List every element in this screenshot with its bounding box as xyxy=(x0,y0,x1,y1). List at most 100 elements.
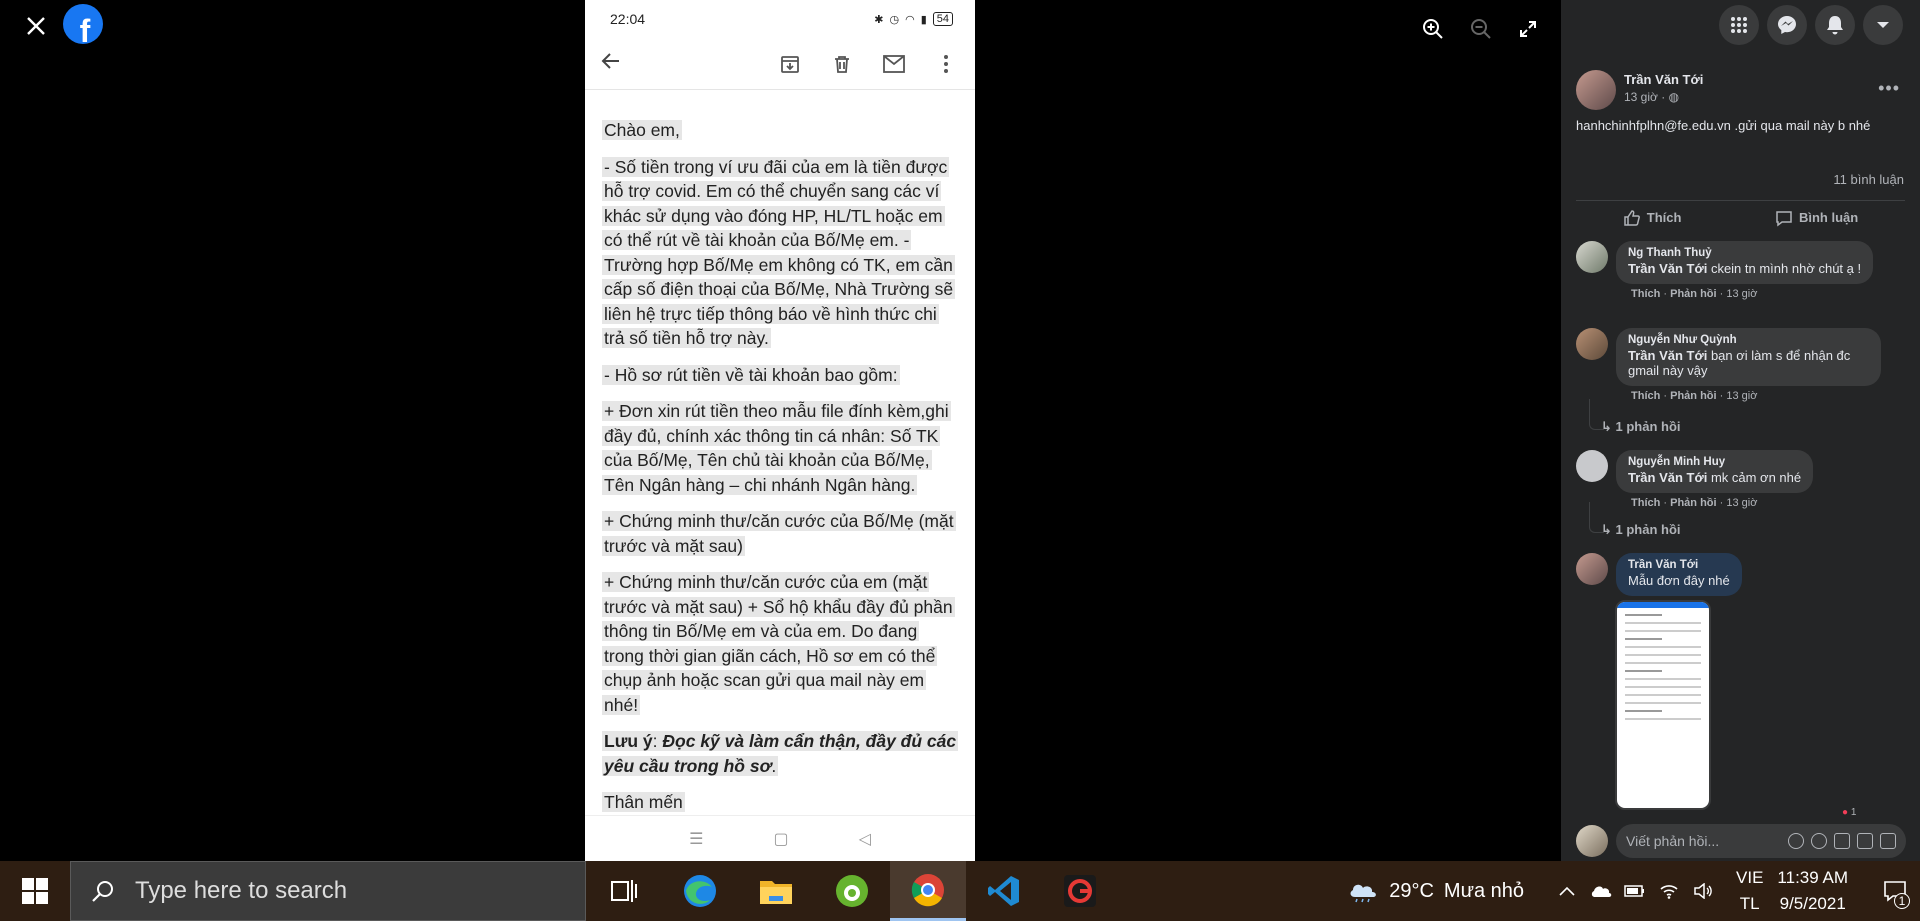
chrome-browser-icon[interactable] xyxy=(890,861,966,921)
comment-icon xyxy=(1776,210,1792,226)
commenter-name[interactable]: Trần Văn Tới xyxy=(1628,559,1730,571)
notifications-bell-icon[interactable] xyxy=(1815,5,1855,45)
account-dropdown-icon[interactable] xyxy=(1863,5,1903,45)
zoom-out-icon[interactable] xyxy=(1468,16,1494,42)
note: Lưu ý: Đọc kỹ và làm cẩn thận, đầy đủ cá… xyxy=(602,731,959,776)
comment-text: ckein tn mình nhờ chút ạ ! xyxy=(1707,261,1862,276)
back-arrow-icon xyxy=(601,51,621,76)
commenter-name[interactable]: Nguyễn Như Quỳnh xyxy=(1628,334,1869,346)
wifi-icon[interactable] xyxy=(1652,861,1686,921)
my-avatar xyxy=(1576,825,1608,857)
task-view-icon[interactable] xyxy=(586,861,662,921)
notification-count: 1 xyxy=(1894,893,1910,909)
paragraph-student-id: + Chứng minh thư/căn cước của em (mặt tr… xyxy=(602,572,955,715)
clock-time: 11:39 AM xyxy=(1777,868,1848,887)
attached-form-image[interactable] xyxy=(1615,600,1711,810)
view-replies-link[interactable]: ↳ 1 phản hồi xyxy=(1589,502,1681,538)
comment-time[interactable]: 13 giờ xyxy=(1726,497,1757,509)
camera-icon[interactable] xyxy=(1834,833,1850,849)
comment-button[interactable]: Bình luận xyxy=(1775,209,1858,227)
commenter-name[interactable]: Ng Thanh Thuỷ xyxy=(1628,247,1861,259)
comment-like-link[interactable]: Thích xyxy=(1631,390,1660,402)
comment-count[interactable]: 11 bình luận xyxy=(1833,172,1904,187)
like-button[interactable]: Thích xyxy=(1623,209,1682,227)
like-label: Thích xyxy=(1646,210,1682,225)
weather-widget[interactable]: 29°C Mưa nhỏ xyxy=(1347,879,1524,903)
gif-icon[interactable] xyxy=(1857,833,1873,849)
post-actions: Thích Bình luận xyxy=(1576,200,1905,234)
file-explorer-icon[interactable] xyxy=(738,861,814,921)
trash-icon xyxy=(829,51,855,77)
reply-input[interactable]: Viết phản hồi... xyxy=(1616,824,1906,858)
email-body: Chào em, - Số tiền trong ví ưu đãi của e… xyxy=(585,90,975,815)
love-reaction-icon: ● xyxy=(1842,807,1849,818)
zoom-in-icon[interactable] xyxy=(1420,16,1446,42)
reaction-count[interactable]: ● 1 xyxy=(1842,807,1872,821)
input-method: TL xyxy=(1739,894,1760,913)
facebook-logo-icon[interactable]: f xyxy=(63,4,103,44)
search-input[interactable] xyxy=(135,877,555,905)
onedrive-cloud-icon[interactable] xyxy=(1584,861,1618,921)
wifi-icon: ◠ xyxy=(905,13,915,26)
phone-nav-bar: ☰ ▢ ◁ xyxy=(585,815,975,861)
phone-status-icons: ✱ ◷ ◠ ▮ 54 xyxy=(874,12,953,26)
battery-icon: 54 xyxy=(932,12,953,26)
phone-clock: 22:04 xyxy=(610,11,646,27)
paragraph-parent-id: + Chứng minh thư/căn cước của Bố/Mẹ (mặt… xyxy=(602,511,956,556)
comment-panel: Trần Văn Tới 13 giờ · ◍ ••• hanhchinhfpl… xyxy=(1561,0,1920,861)
garena-icon[interactable] xyxy=(1042,861,1118,921)
mention-tag[interactable]: Trần Văn Tới xyxy=(1628,261,1707,276)
commenter-avatar[interactable] xyxy=(1576,328,1608,360)
edge-browser-icon[interactable] xyxy=(662,861,738,921)
comment-like-link[interactable]: Thích xyxy=(1631,288,1660,300)
post-time[interactable]: 13 giờ · ◍ xyxy=(1624,90,1703,104)
taskbar-search[interactable] xyxy=(70,861,586,921)
commenter-name[interactable]: Nguyễn Minh Huy xyxy=(1628,456,1801,468)
author-avatar[interactable] xyxy=(1576,70,1616,110)
comment-label: Bình luận xyxy=(1798,210,1859,225)
sticker-icon[interactable] xyxy=(1880,833,1896,849)
post-header: Trần Văn Tới 13 giờ · ◍ xyxy=(1576,70,1703,110)
commenter-avatar[interactable] xyxy=(1576,241,1608,273)
mention-tag[interactable]: Trần Văn Tới xyxy=(1628,348,1707,363)
view-replies-link[interactable]: ↳ 1 phản hồi xyxy=(1589,399,1681,435)
paragraph-form: + Đơn xin rút tiền theo mẫu file đính kè… xyxy=(602,401,951,495)
comment-like-link[interactable]: Thích xyxy=(1631,497,1660,509)
comment-bubble: Ng Thanh Thuỷ Trần Văn Tới ckein tn mình… xyxy=(1616,241,1874,284)
comment-time[interactable]: 13 giờ xyxy=(1726,288,1757,300)
comment-time[interactable]: 13 giờ xyxy=(1726,390,1757,402)
more-options-icon[interactable]: ••• xyxy=(1878,78,1900,99)
avatar-sticker-icon[interactable] xyxy=(1788,833,1804,849)
comment-item: Trần Văn Tới Mẫu đơn đây nhé xyxy=(1576,553,1742,596)
vscode-icon[interactable] xyxy=(966,861,1042,921)
email-toolbar xyxy=(585,38,975,90)
comment-text: Mẫu đơn đây nhé xyxy=(1628,573,1730,588)
commenter-avatar[interactable] xyxy=(1576,450,1608,482)
mention-tag[interactable]: Trần Văn Tới xyxy=(1628,470,1707,485)
clock-date: 9/5/2021 xyxy=(1779,894,1846,913)
comment-reply-link[interactable]: Phản hồi xyxy=(1670,497,1716,509)
weather-text: Mưa nhỏ xyxy=(1443,879,1525,902)
globe-icon: ◍ xyxy=(1668,90,1680,104)
battery-icon[interactable] xyxy=(1618,861,1652,921)
commenter-avatar[interactable] xyxy=(1576,553,1608,585)
messenger-icon[interactable] xyxy=(1767,5,1807,45)
fullscreen-icon[interactable] xyxy=(1515,16,1541,42)
comment-reply-link[interactable]: Phản hồi xyxy=(1670,390,1716,402)
input-language[interactable]: VIE TL xyxy=(1736,865,1763,917)
coccoc-browser-icon[interactable] xyxy=(814,861,890,921)
show-hidden-icons-chevron-icon[interactable] xyxy=(1550,861,1584,921)
comment-reply-link[interactable]: Phản hồi xyxy=(1670,288,1716,300)
action-center-icon[interactable]: 1 xyxy=(1870,861,1920,921)
author-name[interactable]: Trần Văn Tới xyxy=(1624,72,1703,87)
taskbar-clock[interactable]: 11:39 AM 9/5/2021 xyxy=(1777,865,1848,917)
close-icon[interactable] xyxy=(22,12,50,40)
menu-grid-icon[interactable] xyxy=(1719,5,1759,45)
volume-icon[interactable] xyxy=(1686,861,1720,921)
post-text: hanhchinhfplhn@fe.edu.vn .gửi qua mail n… xyxy=(1576,118,1871,133)
emoji-icon[interactable] xyxy=(1811,833,1827,849)
windows-start-icon[interactable] xyxy=(0,861,70,921)
paragraph-documents: - Hồ sơ rút tiền về tài khoản bao gồm: xyxy=(602,364,900,385)
comment-bubble: Nguyễn Minh Huy Trần Văn Tới mk cảm ơn n… xyxy=(1616,450,1814,493)
paragraph-support: - Số tiền trong ví ưu đãi của em là tiền… xyxy=(602,156,956,348)
